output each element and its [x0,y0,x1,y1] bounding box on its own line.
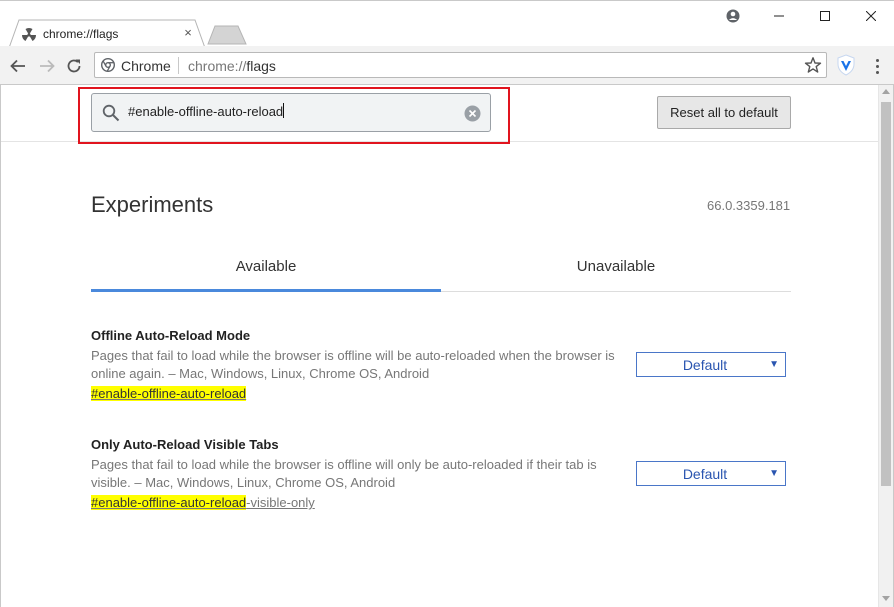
site-chip-label: Chrome [121,58,171,74]
forward-arrow-icon[interactable] [36,55,58,77]
experiment-permalink[interactable]: #enable-offline-auto-reload [91,386,247,401]
search-match-highlight: #enable-offline-auto-reload [91,386,247,401]
browser-tab-flags[interactable]: chrome://flags × [9,19,205,49]
reload-icon[interactable] [63,55,85,77]
url-text[interactable]: chrome://flags [188,58,276,74]
select-value: Default [682,466,728,482]
annotation-highlight-box [78,87,510,144]
flags-page: #enable-offline-auto-reload Reset all to… [0,85,894,607]
scroll-thumb[interactable] [881,102,891,486]
version-label: 66.0.3359.181 [707,198,791,213]
title-bar: chrome://flags × [0,0,894,49]
tab-title: chrome://flags [43,27,119,41]
chrome-logo-icon [101,58,115,72]
omnibox[interactable]: Chrome chrome://flags [94,52,827,78]
experiment-offline-auto-reload: Offline Auto-Reload Mode Pages that fail… [91,328,791,408]
page-title: Experiments [91,192,214,217]
vertical-scrollbar[interactable] [878,85,893,607]
three-dot-menu-icon[interactable] [869,55,885,77]
url-scheme: chrome:// [188,58,247,74]
scroll-down-arrow-icon[interactable] [882,596,890,601]
minimize-icon[interactable] [756,1,802,31]
tab-unavailable[interactable]: Unavailable [441,245,791,292]
experiment-state-select[interactable]: Default ▼ [636,461,786,486]
dropdown-arrow-icon: ▼ [769,359,779,370]
scroll-up-arrow-icon[interactable] [882,89,890,94]
close-window-icon[interactable] [848,1,894,31]
reset-all-button[interactable]: Reset all to default [657,96,791,129]
experiment-auto-reload-visible-only: Only Auto-Reload Visible Tabs Pages that… [91,437,791,517]
search-match-highlight: #enable-offline-auto-reload [91,495,247,510]
permalink-rest: -visible-only [246,495,315,510]
new-tab-button[interactable] [207,25,247,45]
dropdown-arrow-icon: ▼ [769,468,779,479]
vpn-shield-icon[interactable] [836,54,856,76]
experiments-tabs: Available Unavailable [91,245,791,292]
experiment-name: Offline Auto-Reload Mode [91,328,251,343]
profile-icon[interactable] [710,1,756,31]
experiment-description: Pages that fail to load while the browse… [91,457,597,490]
maximize-icon[interactable] [802,1,848,31]
experiment-permalink[interactable]: #enable-offline-auto-reload-visible-only [91,495,315,510]
tab-available[interactable]: Available [91,245,441,292]
tab-close-icon[interactable]: × [181,26,195,40]
browser-toolbar: Chrome chrome://flags [0,46,894,85]
experiment-state-select[interactable]: Default ▼ [636,352,786,377]
back-arrow-icon[interactable] [7,55,29,77]
flags-radiation-icon [22,28,36,41]
omnibox-divider [178,57,179,74]
star-icon[interactable] [804,56,822,74]
experiment-description: Pages that fail to load while the browse… [91,348,615,381]
experiment-name: Only Auto-Reload Visible Tabs [91,437,279,452]
url-host: flags [246,58,276,74]
select-value: Default [682,357,728,373]
